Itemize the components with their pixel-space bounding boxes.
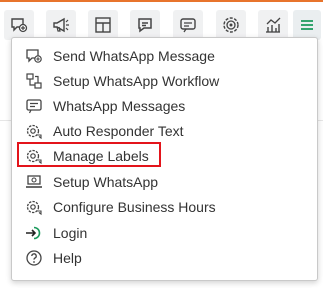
megaphone-icon [53,17,69,33]
gear-chat-icon [25,122,43,140]
menu-item-login[interactable]: Login [12,221,317,245]
menu-item-label: WhatsApp Messages [53,98,186,114]
messages-icon [25,97,43,115]
chat-add-icon [11,18,28,33]
menu-item-label: Setup WhatsApp [53,174,159,190]
analytics-icon [266,17,281,33]
layout-icon [95,17,111,33]
highlight-box [17,142,161,167]
menu-item-label: Auto Responder Text [53,123,184,139]
message-list-button[interactable] [173,10,203,40]
hamburger-menu-icon [301,20,313,30]
message-list-icon [180,18,196,33]
chat-add-button[interactable] [4,10,34,40]
chat-button[interactable] [130,10,160,40]
gear-chat-icon [25,198,43,216]
dropdown-menu: Send WhatsApp Message Setup WhatsApp Wor… [11,37,318,281]
toolbar [0,2,323,40]
send-message-icon [25,47,43,65]
help-icon [25,249,43,267]
menu-item-label: Configure Business Hours [53,199,216,215]
menu-item-label: Login [53,225,88,241]
campaign-button[interactable] [46,10,76,40]
menu-item-label: Setup WhatsApp Workflow [53,73,220,89]
menu-item-whatsapp-messages[interactable]: WhatsApp Messages [12,94,317,118]
menu-item-setup-whatsapp[interactable]: Setup WhatsApp [12,170,317,194]
laptop-icon [25,173,43,191]
menu-item-send-whatsapp-message[interactable]: Send WhatsApp Message [12,44,317,68]
menu-item-help[interactable]: Help [12,246,317,270]
layout-button[interactable] [88,10,118,40]
analytics-button[interactable] [258,10,288,40]
menu-toggle-button[interactable] [293,10,321,40]
menu-item-auto-responder-text[interactable]: Auto Responder Text [12,119,317,143]
menu-item-setup-whatsapp-workflow[interactable]: Setup WhatsApp Workflow [12,69,317,93]
target-settings-button[interactable] [216,10,246,40]
menu-item-label: Send WhatsApp Message [53,48,215,64]
target-gear-icon [223,17,239,33]
login-icon [25,224,43,242]
menu-item-label: Help [53,250,82,266]
workflow-icon [25,72,43,90]
chat-bubble-icon [138,18,152,33]
menu-item-configure-business-hours[interactable]: Configure Business Hours [12,195,317,219]
